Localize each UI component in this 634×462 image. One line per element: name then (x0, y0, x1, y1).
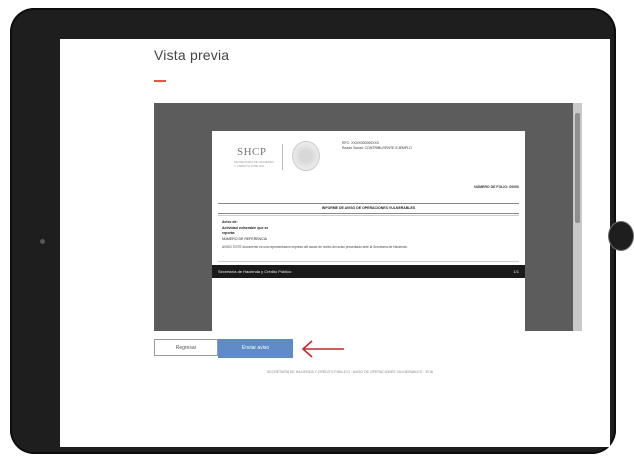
section-line: NÚMERO DE REFERENCIA (222, 236, 267, 241)
home-button[interactable] (608, 221, 634, 251)
header-line-2: Razón Social: CONTRIBUYENTE EJEMPLO (342, 146, 412, 151)
title-underline (154, 80, 166, 82)
logo-subtitle: SECRETARÍA DE HACIENDA Y CRÉDITO PÚBLICO (234, 160, 274, 168)
send-button[interactable]: Enviar aviso (218, 339, 293, 358)
document-header: SHCP SECRETARÍA DE HACIENDA Y CRÉDITO PÚ… (212, 131, 525, 199)
document-footer-bar: Secretaría de Hacienda y Crédito Público… (212, 265, 525, 278)
footer-text: SECRETARÍA DE HACIENDA Y CRÉDITO PÚBLICO… (267, 370, 433, 374)
tablet-frame: Vista previa SHCP SECRETARÍA DE HACIENDA… (10, 8, 616, 454)
camera-dot (40, 239, 45, 244)
screen: Vista previa SHCP SECRETARÍA DE HACIENDA… (60, 39, 610, 447)
document-page: SHCP SECRETARÍA DE HACIENDA Y CRÉDITO PÚ… (212, 131, 525, 331)
seal-icon (292, 141, 320, 171)
document-preview-viewer[interactable]: SHCP SECRETARÍA DE HACIENDA Y CRÉDITO PÚ… (154, 103, 582, 331)
folio-number: NÚMERO DE FOLIO: 00000 (474, 185, 519, 189)
report-section: Aviso de: Actividad vulnerable que se re… (218, 215, 519, 262)
logo-divider (282, 144, 283, 170)
scrollbar-thumb[interactable] (575, 113, 580, 223)
viewer-scrollbar[interactable] (573, 103, 582, 331)
section-lines: Aviso de: Actividad vulnerable que se re… (222, 220, 268, 242)
section-note: AVISO: ESTE documento es una representac… (222, 245, 408, 249)
report-title: INFORME DE AVISO DE OPERACIONES VULNERAB… (218, 203, 519, 214)
page-title: Vista previa (154, 47, 230, 63)
footer-bar-left: Secretaría de Hacienda y Crédito Público (218, 269, 292, 274)
arrow-left-icon (301, 340, 344, 358)
shcp-logo: SHCP (237, 146, 267, 158)
back-button[interactable]: Regresar (154, 339, 218, 356)
header-info: RFC: XXXX000000XXX Razón Social: CONTRIB… (342, 141, 412, 152)
footer-bar-right: 1/1 (513, 269, 519, 274)
